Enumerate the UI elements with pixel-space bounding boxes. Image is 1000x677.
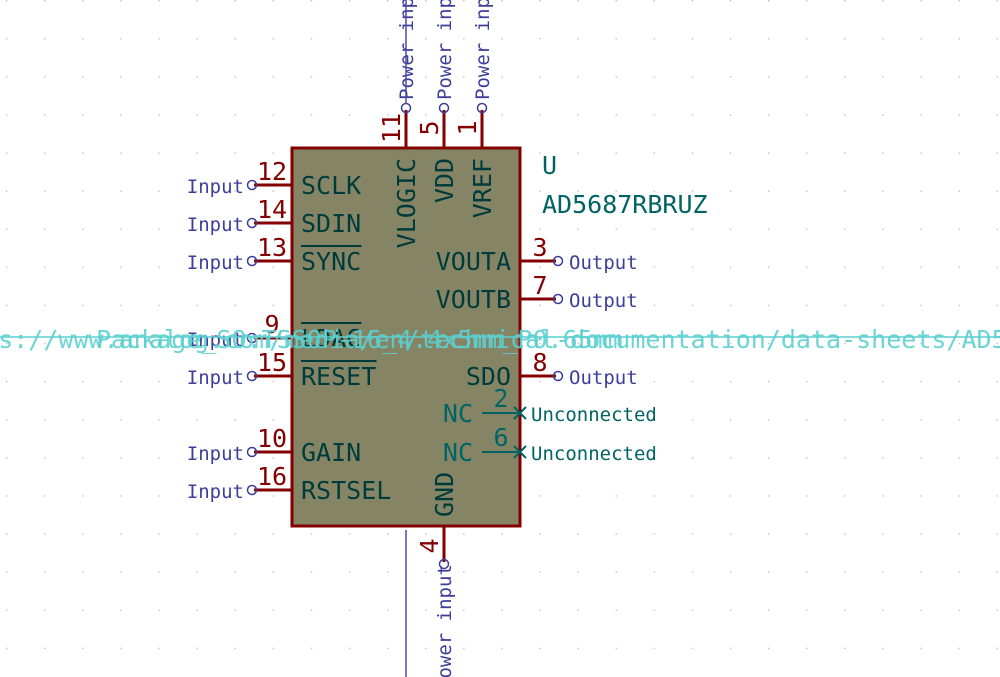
schematic-canvas[interactable]: 12 SCLK Input 14 SDIN Input 13 SYNC Input 9 LDAC In… xyxy=(0,0,1000,677)
pin-name-vref: VREF xyxy=(468,158,497,218)
pin-number-10: 10 xyxy=(257,424,287,453)
pin-type-11: Power input xyxy=(396,0,418,100)
pin-name-vdd: VDD xyxy=(430,158,459,203)
nc-type-6: Unconnected xyxy=(531,443,657,465)
pin-name-gain: GAIN xyxy=(301,438,361,467)
pin-number-12: 12 xyxy=(257,157,287,186)
pin-type-16: Input xyxy=(187,481,244,503)
pin-name-vouta: VOUTA xyxy=(436,247,511,276)
pin-name-gnd: GND xyxy=(430,472,459,517)
nc-name-2: NC xyxy=(443,399,473,428)
schematic-svg: 12 SCLKInput14 SDINInput13 SYNCInput9 LDACIn… xyxy=(0,0,1000,677)
nc-type-2: Unconnected xyxy=(531,404,657,426)
footprint-field[interactable]: Package_SO:TSSOP-16_4.4x5mm_P0.65mm xyxy=(96,325,623,354)
pin-number-16: 16 xyxy=(257,462,287,491)
pin-name-reset: RESET xyxy=(301,362,376,391)
pin-name-voutb: VOUTB xyxy=(436,285,511,314)
pin-number-13: 13 xyxy=(257,233,287,262)
pin-number-3: 3 xyxy=(532,233,547,262)
pin-name-sdin: SDIN xyxy=(301,209,361,238)
pin-type-7: Output xyxy=(569,290,638,312)
nc-number-6: 6 xyxy=(493,423,508,452)
pin-type-12: Input xyxy=(187,176,244,198)
pin-type-10: Input xyxy=(187,443,244,465)
nc-name-6: NC xyxy=(443,438,473,467)
pin-name-sclk: SCLK xyxy=(301,171,361,200)
pin-name-rstsel: RSTSEL xyxy=(301,476,391,505)
pin-number-7: 7 xyxy=(532,271,547,300)
pin-name-sync: SYNC xyxy=(301,247,361,276)
pin-type-1: Power input xyxy=(472,0,494,100)
pin-type-5: Power input xyxy=(434,0,456,100)
pin-type-8: Output xyxy=(569,367,638,389)
component-value[interactable]: AD5687RBRUZ xyxy=(542,190,708,219)
pin-number-14: 14 xyxy=(257,195,287,224)
nc-number-2: 2 xyxy=(493,384,508,413)
pin-number-5: 5 xyxy=(415,120,444,135)
pin-type-3: Output xyxy=(569,252,638,274)
pin-number-11: 11 xyxy=(377,113,406,143)
pin-type-13: Input xyxy=(187,252,244,274)
pin-number-4: 4 xyxy=(415,538,444,553)
reference-designator[interactable]: U xyxy=(542,151,557,180)
pin-number-1: 1 xyxy=(453,120,482,135)
pin-name-vlogic: VLOGIC xyxy=(392,158,421,248)
pin-type-15: Input xyxy=(187,367,244,389)
pin-type-4: Power input xyxy=(434,564,456,677)
pin-type-14: Input xyxy=(187,214,244,236)
